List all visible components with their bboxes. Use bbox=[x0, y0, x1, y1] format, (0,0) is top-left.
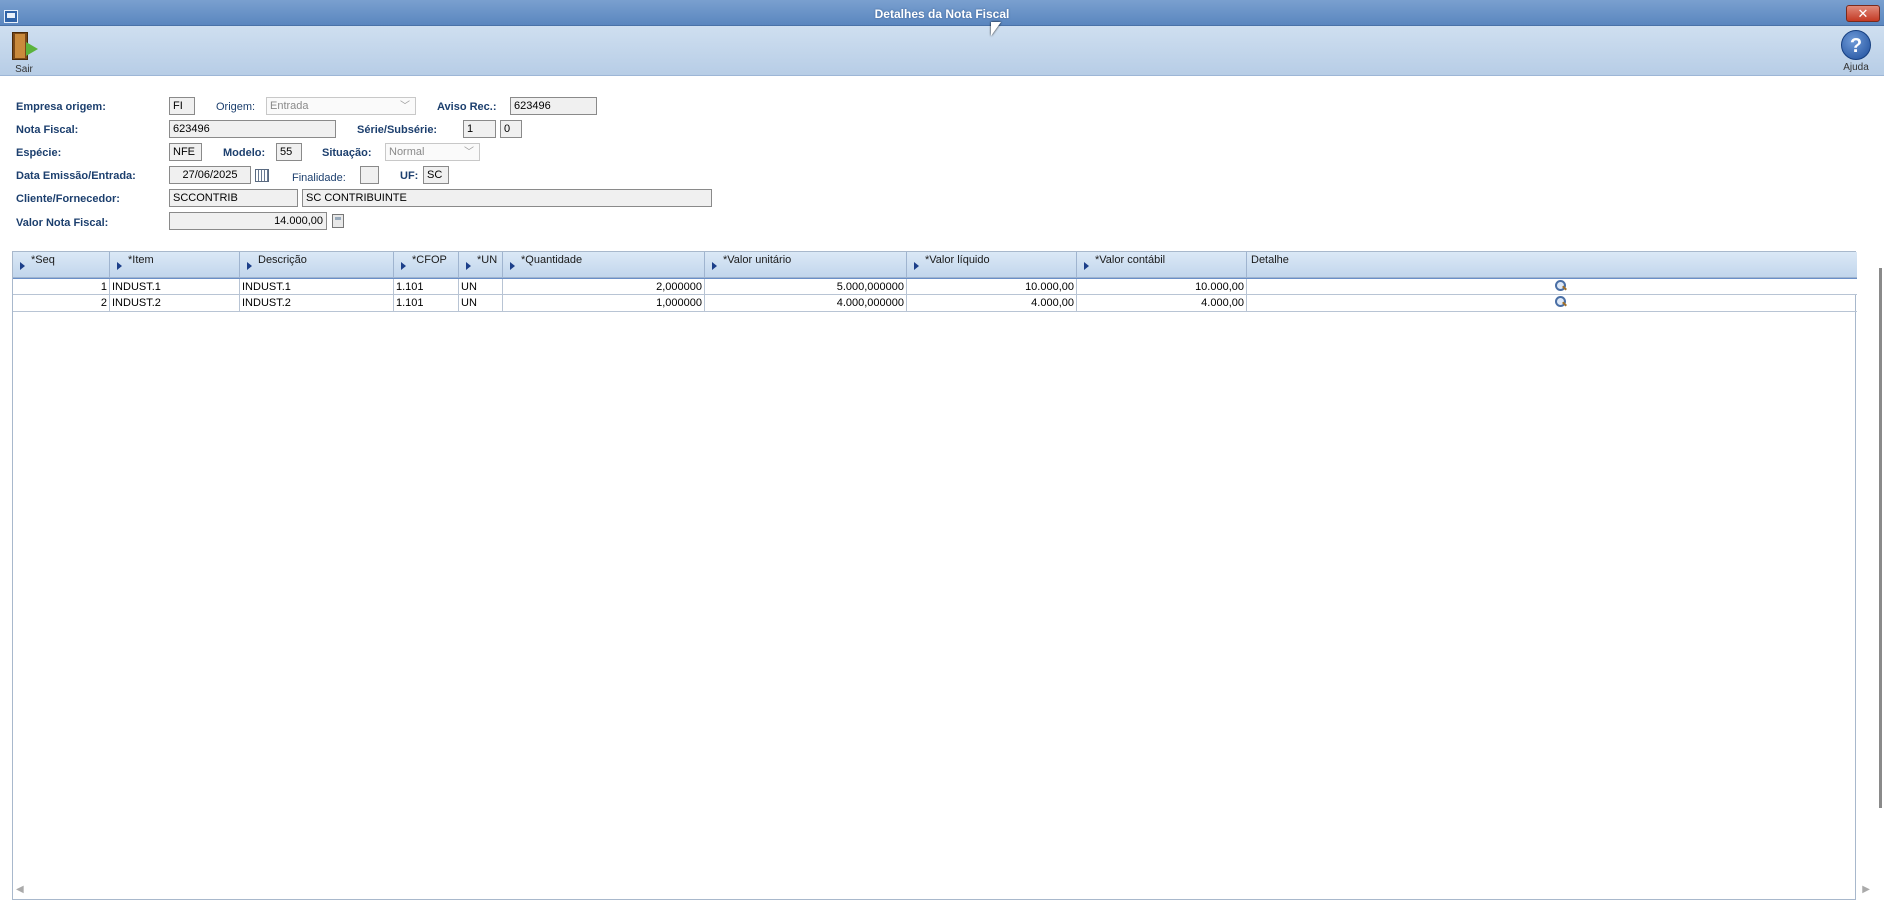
cell-un: UN bbox=[459, 295, 503, 312]
mouse-cursor-icon bbox=[991, 22, 1001, 36]
column-header-cfop[interactable]: *CFOP bbox=[394, 252, 459, 278]
cliente-code-field[interactable]: SCCONTRIB bbox=[169, 189, 298, 207]
vertical-scrollbar[interactable] bbox=[1879, 268, 1882, 808]
uf-field[interactable]: SC bbox=[423, 166, 449, 184]
table-row[interactable]: 2 INDUST.2 INDUST.2 1.101 UN 1,000000 4.… bbox=[13, 295, 1857, 312]
origem-label: Origem: bbox=[216, 101, 256, 113]
column-header-detalhe[interactable]: Detalhe bbox=[1247, 252, 1857, 278]
calendar-icon[interactable] bbox=[255, 169, 269, 182]
cell-seq: 2 bbox=[13, 295, 110, 312]
column-header-valor-unitario[interactable]: *Valor unitário bbox=[705, 252, 907, 278]
cliente-fornecedor-label: Cliente/Fornecedor: bbox=[16, 193, 120, 205]
cell-detalhe bbox=[1247, 279, 1857, 296]
origem-value: Entrada bbox=[270, 100, 309, 112]
data-emissao-field[interactable]: 27/06/2025 bbox=[169, 166, 251, 184]
aviso-rec-field[interactable]: 623496 bbox=[510, 97, 597, 115]
especie-field[interactable]: NFE bbox=[169, 143, 202, 161]
cell-un: UN bbox=[459, 279, 503, 296]
cell-item: INDUST.1 bbox=[110, 279, 240, 296]
cell-seq: 1 bbox=[13, 279, 110, 296]
cell-quantidade: 2,000000 bbox=[503, 279, 705, 296]
exit-label: Sair bbox=[15, 64, 33, 75]
window-title: Detalhes da Nota Fiscal bbox=[874, 7, 1010, 21]
cell-valor-liquido: 4.000,00 bbox=[907, 295, 1077, 312]
table-row[interactable]: 1 INDUST.1 INDUST.1 1.101 UN 2,000000 5.… bbox=[13, 278, 1857, 296]
subserie-field[interactable]: 0 bbox=[500, 120, 522, 138]
modelo-field[interactable]: 55 bbox=[276, 143, 302, 161]
column-header-valor-liquido[interactable]: *Valor líquido bbox=[907, 252, 1077, 278]
valor-nota-field[interactable]: 14.000,00 bbox=[169, 212, 327, 230]
column-header-valor-contabil[interactable]: *Valor contábil bbox=[1077, 252, 1247, 278]
aviso-rec-label: Aviso Rec.: bbox=[437, 101, 497, 113]
cell-descricao: INDUST.2 bbox=[240, 295, 394, 312]
chevron-down-icon: ﹀ bbox=[464, 147, 474, 158]
data-emissao-label: Data Emissão/Entrada: bbox=[16, 170, 136, 182]
uf-label: UF: bbox=[400, 170, 419, 182]
cell-valor-unitario: 4.000,000000 bbox=[705, 295, 907, 312]
grid-header: *Seq *Item Descrição *CFOP *UN *Quantida… bbox=[13, 252, 1857, 278]
finalidade-field[interactable] bbox=[360, 166, 379, 184]
column-header-item[interactable]: *Item bbox=[110, 252, 240, 278]
door-exit-icon bbox=[9, 30, 39, 62]
calculator-icon[interactable] bbox=[332, 214, 344, 228]
nota-fiscal-label: Nota Fiscal: bbox=[16, 124, 79, 136]
cell-detalhe bbox=[1247, 295, 1857, 312]
help-label: Ajuda bbox=[1843, 62, 1869, 73]
column-header-descricao[interactable]: Descrição bbox=[240, 252, 394, 278]
cell-cfop: 1.101 bbox=[394, 295, 459, 312]
sort-arrow-icon bbox=[20, 262, 25, 270]
sort-arrow-icon bbox=[914, 262, 919, 270]
empresa-origem-label: Empresa origem: bbox=[16, 101, 106, 113]
situacao-value: Normal bbox=[389, 146, 425, 158]
sort-arrow-icon bbox=[401, 262, 406, 270]
magnifier-icon[interactable] bbox=[1555, 280, 1566, 291]
title-bar: Detalhes da Nota Fiscal ✕ bbox=[0, 0, 1884, 26]
finalidade-label: Finalidade: bbox=[292, 172, 346, 184]
chevron-down-icon: ﹀ bbox=[400, 101, 410, 112]
especie-label: Espécie: bbox=[16, 147, 62, 159]
sort-arrow-icon bbox=[510, 262, 515, 270]
cliente-name-field[interactable]: SC CONTRIBUINTE bbox=[302, 189, 712, 207]
cell-valor-liquido: 10.000,00 bbox=[907, 279, 1077, 296]
sort-arrow-icon bbox=[466, 262, 471, 270]
situacao-label: Situação: bbox=[322, 147, 372, 159]
situacao-select[interactable]: Normal ﹀ bbox=[385, 143, 480, 161]
empresa-origem-field[interactable]: FI bbox=[169, 97, 195, 115]
items-grid: *Seq *Item Descrição *CFOP *UN *Quantida… bbox=[12, 251, 1857, 900]
scroll-left-icon[interactable]: ◀ bbox=[16, 884, 24, 895]
sort-arrow-icon bbox=[712, 262, 717, 270]
help-button[interactable]: ? Ajuda bbox=[1836, 30, 1876, 73]
valor-nota-label: Valor Nota Fiscal: bbox=[16, 217, 109, 229]
cell-cfop: 1.101 bbox=[394, 279, 459, 296]
column-header-seq[interactable]: *Seq bbox=[13, 252, 110, 278]
origem-select[interactable]: Entrada ﹀ bbox=[266, 97, 416, 115]
cell-valor-unitario: 5.000,000000 bbox=[705, 279, 907, 296]
sort-arrow-icon bbox=[247, 262, 252, 270]
cell-quantidade: 1,000000 bbox=[503, 295, 705, 312]
cell-descricao: INDUST.1 bbox=[240, 279, 394, 296]
nota-fiscal-field[interactable]: 623496 bbox=[169, 120, 336, 138]
magnifier-icon[interactable] bbox=[1555, 296, 1566, 307]
toolbar: Sair ? Ajuda bbox=[0, 26, 1884, 76]
exit-button[interactable]: Sair bbox=[4, 30, 44, 75]
help-icon: ? bbox=[1841, 30, 1871, 60]
modelo-label: Modelo: bbox=[223, 147, 266, 159]
cell-item: INDUST.2 bbox=[110, 295, 240, 312]
serie-field[interactable]: 1 bbox=[463, 120, 496, 138]
sort-arrow-icon bbox=[117, 262, 122, 270]
sort-arrow-icon bbox=[1084, 262, 1089, 270]
column-header-quantidade[interactable]: *Quantidade bbox=[503, 252, 705, 278]
column-header-un[interactable]: *UN bbox=[459, 252, 503, 278]
cell-valor-contabil: 10.000,00 bbox=[1077, 279, 1247, 296]
close-button[interactable]: ✕ bbox=[1846, 5, 1880, 22]
serie-subserie-label: Série/Subsérie: bbox=[357, 124, 438, 136]
scroll-right-icon[interactable]: ▶ bbox=[1862, 884, 1870, 895]
cell-valor-contabil: 4.000,00 bbox=[1077, 295, 1247, 312]
